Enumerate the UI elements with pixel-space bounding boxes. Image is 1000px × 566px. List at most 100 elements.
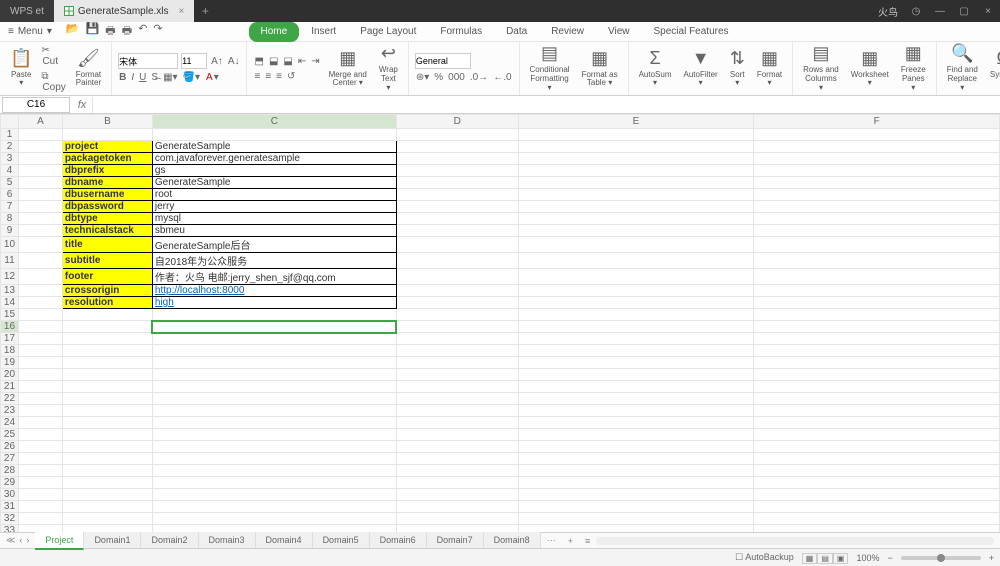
- sort-button[interactable]: ⇅Sort ▾: [726, 47, 749, 90]
- cell[interactable]: [754, 477, 1000, 489]
- tab-first-icon[interactable]: ≪: [6, 535, 15, 546]
- settings-icon[interactable]: ◷: [904, 6, 928, 17]
- cell[interactable]: [396, 253, 518, 269]
- cell[interactable]: [18, 441, 62, 453]
- undo-icon[interactable]: ↶: [138, 22, 147, 41]
- col-header-C[interactable]: C: [152, 115, 396, 129]
- cell[interactable]: [396, 177, 518, 189]
- cell[interactable]: [518, 153, 754, 165]
- cell[interactable]: [18, 269, 62, 285]
- wrap-button[interactable]: ↩Wrap Text ▾: [375, 42, 402, 94]
- ribbon-tab-formulas[interactable]: Formulas: [428, 22, 494, 42]
- cell[interactable]: [152, 369, 396, 381]
- cell[interactable]: [396, 321, 518, 333]
- cell[interactable]: [396, 429, 518, 441]
- cell[interactable]: [62, 513, 152, 525]
- cell[interactable]: [518, 177, 754, 189]
- row-header[interactable]: 22: [1, 393, 19, 405]
- row-header[interactable]: 20: [1, 369, 19, 381]
- cell[interactable]: [396, 153, 518, 165]
- ribbon-tab-insert[interactable]: Insert: [299, 22, 348, 42]
- cell[interactable]: [754, 393, 1000, 405]
- cell[interactable]: [396, 369, 518, 381]
- sheet-tab-domain2[interactable]: Domain2: [141, 532, 198, 548]
- cell[interactable]: [518, 513, 754, 525]
- cell[interactable]: [152, 525, 396, 533]
- cell[interactable]: [18, 525, 62, 533]
- row-header[interactable]: 8: [1, 213, 19, 225]
- cell[interactable]: [152, 405, 396, 417]
- cell[interactable]: [754, 285, 1000, 297]
- cell[interactable]: [754, 333, 1000, 345]
- cell[interactable]: [518, 417, 754, 429]
- cell[interactable]: [518, 357, 754, 369]
- row-header[interactable]: 13: [1, 285, 19, 297]
- orientation-icon[interactable]: ↺: [286, 70, 296, 83]
- h-scrollbar[interactable]: [596, 537, 994, 545]
- cell[interactable]: [18, 225, 62, 237]
- redo-icon[interactable]: ↷: [153, 22, 162, 41]
- cell[interactable]: [62, 345, 152, 357]
- ribbon-tab-review[interactable]: Review: [539, 22, 596, 42]
- comma-icon[interactable]: 000: [447, 71, 466, 84]
- cell[interactable]: [396, 297, 518, 309]
- cell[interactable]: [18, 405, 62, 417]
- italic-button[interactable]: I: [130, 71, 135, 84]
- percent-icon[interactable]: %: [433, 71, 444, 84]
- cell[interactable]: [18, 153, 62, 165]
- cell[interactable]: [396, 201, 518, 213]
- ribbon-tab-data[interactable]: Data: [494, 22, 539, 42]
- cell[interactable]: gs: [152, 165, 396, 177]
- cell[interactable]: [518, 285, 754, 297]
- indent-right-icon[interactable]: ⇥: [310, 55, 320, 68]
- close-icon[interactable]: ×: [976, 6, 1000, 17]
- row-header[interactable]: 11: [1, 253, 19, 269]
- cell[interactable]: [754, 141, 1000, 153]
- cell[interactable]: [18, 453, 62, 465]
- cell[interactable]: dbusername: [62, 189, 152, 201]
- formula-input[interactable]: [92, 97, 1000, 113]
- align-center-icon[interactable]: ≡: [264, 70, 272, 83]
- cell[interactable]: [18, 381, 62, 393]
- align-top-icon[interactable]: ⬒: [253, 55, 264, 68]
- cell[interactable]: [518, 237, 754, 253]
- cell[interactable]: [518, 465, 754, 477]
- row-header[interactable]: 29: [1, 477, 19, 489]
- autobackup-toggle[interactable]: ☐ AutoBackup: [735, 552, 794, 563]
- cell[interactable]: [754, 489, 1000, 501]
- autosum-button[interactable]: ΣAutoSum ▾: [635, 47, 676, 90]
- print-icon[interactable]: 🖶: [105, 22, 115, 41]
- fx-button[interactable]: fx: [72, 99, 92, 111]
- cell[interactable]: [18, 177, 62, 189]
- align-bottom-icon[interactable]: ⬓: [282, 55, 293, 68]
- cell[interactable]: [152, 381, 396, 393]
- indent-left-icon[interactable]: ⇤: [297, 55, 307, 68]
- cell[interactable]: [18, 309, 62, 321]
- row-header[interactable]: 12: [1, 269, 19, 285]
- cell[interactable]: [152, 441, 396, 453]
- cell[interactable]: [396, 141, 518, 153]
- cell[interactable]: [396, 225, 518, 237]
- cell[interactable]: [152, 333, 396, 345]
- cell[interactable]: [152, 489, 396, 501]
- cell[interactable]: [18, 489, 62, 501]
- cell[interactable]: [396, 129, 518, 141]
- cell[interactable]: [62, 369, 152, 381]
- cell[interactable]: [754, 369, 1000, 381]
- cell[interactable]: [754, 345, 1000, 357]
- sheet-tab-project[interactable]: Project: [35, 532, 84, 550]
- cell[interactable]: high: [152, 297, 396, 309]
- cell[interactable]: [62, 489, 152, 501]
- cell[interactable]: [62, 417, 152, 429]
- cell[interactable]: [18, 429, 62, 441]
- new-tab-button[interactable]: +: [194, 4, 216, 18]
- cell[interactable]: [518, 309, 754, 321]
- cell[interactable]: [18, 213, 62, 225]
- cell[interactable]: [62, 333, 152, 345]
- cell[interactable]: [754, 381, 1000, 393]
- cell[interactable]: [754, 297, 1000, 309]
- cell[interactable]: [396, 333, 518, 345]
- maximize-icon[interactable]: ▢: [952, 6, 976, 17]
- cell[interactable]: [152, 453, 396, 465]
- cell[interactable]: [518, 453, 754, 465]
